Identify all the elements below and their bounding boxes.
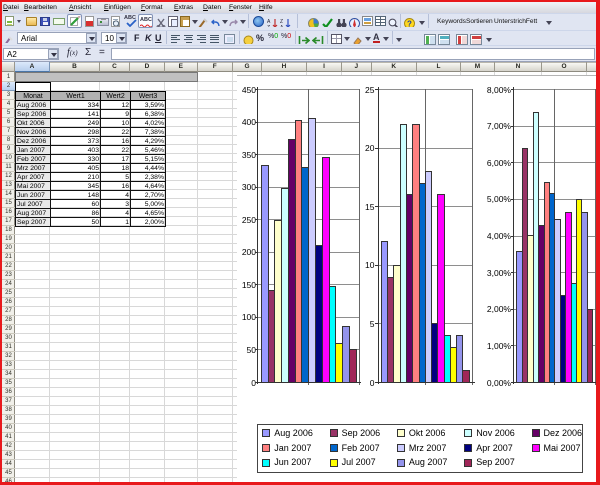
svg-text:A: A <box>280 25 284 27</box>
svg-text:Z: Z <box>267 25 270 27</box>
svg-text:?: ? <box>407 20 412 28</box>
